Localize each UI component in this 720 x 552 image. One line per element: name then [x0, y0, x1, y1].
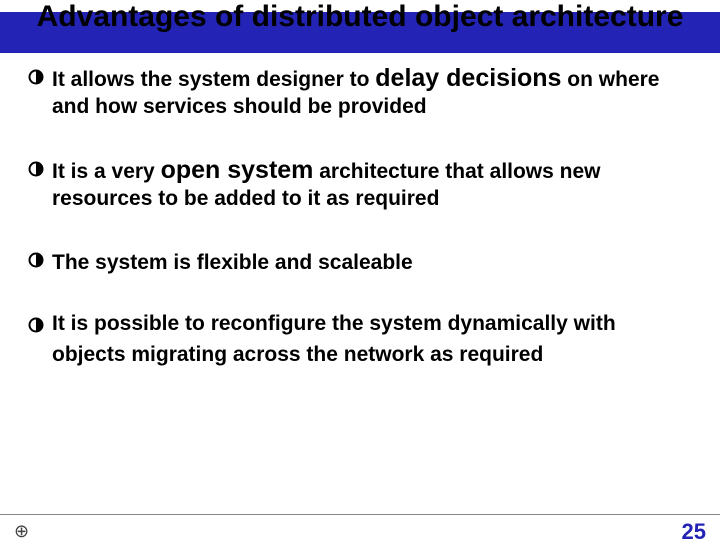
bullet-item: It is a very open system architecture th… [28, 155, 692, 213]
bullet-icon [28, 252, 44, 268]
page-number: 25 [682, 519, 706, 545]
bullet-text: The system is flexible and scaleable [52, 246, 692, 277]
bullet-item: The system is flexible and scaleable [28, 246, 692, 277]
bullet-text: It is possible to reconfigure the system… [52, 311, 692, 369]
bullet-icon [28, 69, 44, 85]
bullet-icon [28, 317, 44, 333]
slide-title: Advantages of distributed object archite… [20, 0, 700, 33]
title-bar: Advantages of distributed object archite… [0, 12, 720, 53]
bullet-icon [28, 161, 44, 177]
bullet-item: It is possible to reconfigure the system… [28, 311, 692, 369]
footer-icon: ⊕ [14, 521, 29, 543]
bullet-text: It is a very open system architecture th… [52, 155, 692, 213]
bullet-item: It allows the system designer to delay d… [28, 63, 692, 121]
bullet-text: It allows the system designer to delay d… [52, 63, 692, 121]
content-area: It allows the system designer to delay d… [0, 53, 720, 369]
